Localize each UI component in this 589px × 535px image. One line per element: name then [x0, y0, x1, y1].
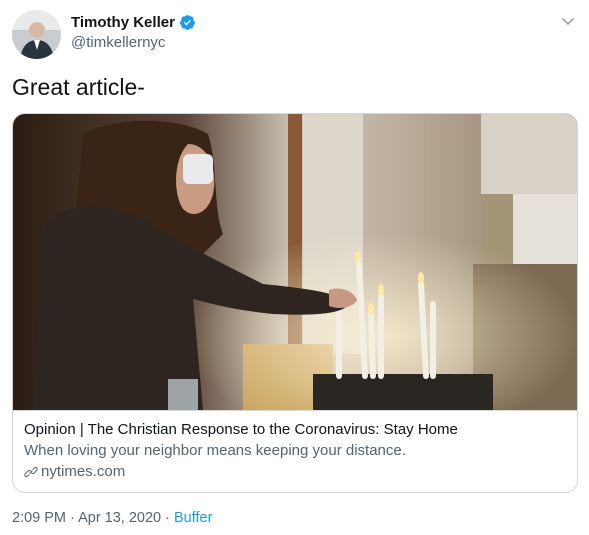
- timestamp[interactable]: 2:09 PM · Apr 13, 2020: [12, 510, 161, 526]
- card-domain: nytimes.com: [24, 463, 125, 480]
- card-domain-text: nytimes.com: [41, 463, 126, 480]
- card-title[interactable]: Opinion | The Christian Response to the …: [24, 421, 458, 438]
- tweet-header: Timothy Keller @timkellernyc: [12, 10, 577, 60]
- card-description: When loving your neighbor means keeping …: [24, 442, 406, 459]
- article-image: [13, 114, 577, 410]
- meta-separator: ·: [165, 510, 170, 526]
- name-row: Timothy Keller: [71, 14, 196, 31]
- link-icon: [24, 466, 38, 477]
- card-body: Opinion | The Christian Response to the …: [13, 410, 577, 480]
- tweet-text: Great article-: [12, 74, 145, 100]
- display-name[interactable]: Timothy Keller: [71, 14, 175, 31]
- avatar[interactable]: [12, 10, 61, 59]
- author-info: Timothy Keller @timkellernyc: [71, 14, 196, 51]
- tweet-meta: 2:09 PM · Apr 13, 2020 · Buffer: [12, 510, 212, 526]
- source-link[interactable]: Buffer: [174, 510, 212, 526]
- handle[interactable]: @timkellernyc: [71, 34, 196, 51]
- link-card[interactable]: Opinion | The Christian Response to the …: [12, 113, 578, 493]
- chevron-down-icon[interactable]: [559, 12, 577, 30]
- verified-badge-icon: [179, 15, 195, 30]
- avatar-image: [12, 10, 61, 59]
